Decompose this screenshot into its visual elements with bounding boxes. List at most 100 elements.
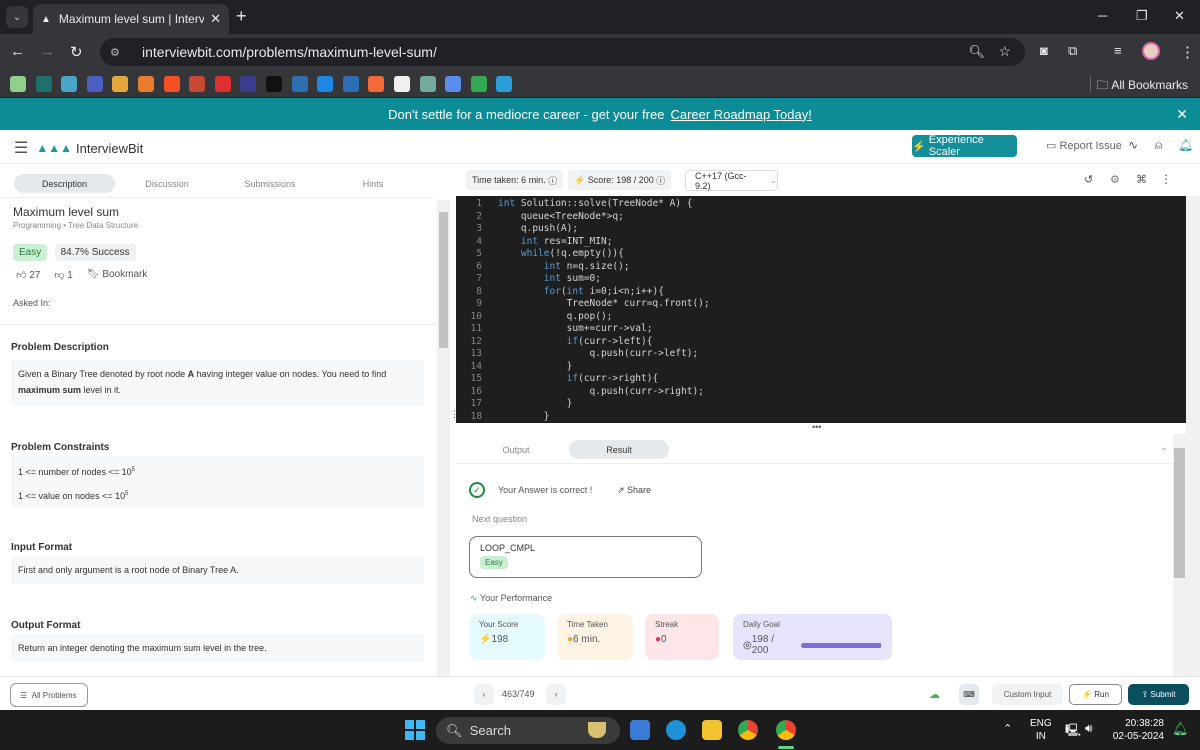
file-explorer-icon[interactable] — [702, 720, 722, 740]
scrollbar-thumb[interactable] — [439, 212, 448, 348]
ms-store-icon[interactable] — [630, 720, 650, 740]
share-button[interactable]: ⇗ Share — [617, 485, 651, 496]
volume-icon[interactable]: 🔊︎ — [1085, 721, 1093, 736]
l-icon[interactable] — [291, 76, 308, 92]
c-icon[interactable] — [35, 76, 52, 92]
swirl-icon[interactable] — [368, 76, 385, 92]
more-options-icon[interactable]: ⋮ — [1160, 172, 1172, 186]
hamburger-icon[interactable]: ☰ — [14, 138, 28, 158]
reset-icon[interactable]: ↺ — [1084, 173, 1093, 186]
close-banner-icon[interactable]: ✕ — [1176, 106, 1188, 123]
category-tag[interactable]: Programming — [13, 221, 61, 230]
windows-start-icon[interactable] — [405, 720, 425, 740]
settings-icon[interactable]: ⚙ — [1110, 173, 1120, 186]
logo[interactable]: ☰ ▲▲▲ InterviewBit — [14, 138, 143, 158]
close-tab-icon[interactable]: ✕ — [210, 11, 221, 27]
page-scrollbar[interactable] — [1186, 196, 1200, 676]
info-icon[interactable]: ⓘ — [656, 174, 665, 187]
show-hidden-icons[interactable]: ⌃ — [1003, 722, 1012, 735]
gemini-icon[interactable] — [445, 76, 462, 92]
card-label: Time Taken — [567, 620, 608, 629]
tab-description[interactable]: Description — [14, 174, 115, 193]
play-icon[interactable] — [470, 76, 487, 92]
chrome-icon[interactable] — [738, 720, 758, 740]
all-bookmarks-button[interactable]: 🗀 All Bookmarks — [1097, 76, 1188, 97]
tab-search-button[interactable]: ⌄ — [6, 6, 28, 28]
next-problem-button[interactable]: › — [546, 684, 566, 705]
camera-icon[interactable]: ◙ — [1040, 43, 1048, 58]
profile-avatar[interactable] — [1142, 42, 1160, 60]
zoom-icon[interactable]: 🔍︎ — [968, 44, 985, 60]
forward-icon[interactable]: → — [40, 43, 55, 60]
dislike-count: 1 — [67, 270, 73, 281]
tab-discussion[interactable]: Discussion — [118, 174, 216, 193]
clock[interactable]: 20:38:28 02-05-2024 — [1112, 717, 1164, 743]
user-icon[interactable]: ⍝ — [1155, 138, 1162, 153]
media-icon[interactable]: ≡ — [1114, 43, 1122, 58]
site-info-icon[interactable]: ⚙ — [110, 46, 130, 59]
all-problems-button[interactable]: ☰ All Problems — [10, 683, 88, 707]
puzzle-icon[interactable] — [112, 76, 129, 92]
menu-icon[interactable]: ⋮ — [1180, 43, 1195, 61]
gift-icon[interactable] — [138, 76, 154, 92]
editor-resize-handle[interactable]: ••• — [812, 422, 821, 432]
fullscreen-icon[interactable]: ⌘ — [1136, 173, 1147, 186]
image-icon[interactable] — [496, 76, 513, 92]
new-tab-button[interactable]: + — [236, 6, 247, 27]
network-icon[interactable]: 🖳 — [1065, 721, 1081, 742]
oracle-ring-icon[interactable] — [189, 76, 206, 92]
interviewbit-icon[interactable] — [394, 76, 410, 92]
octopus-icon[interactable] — [10, 76, 26, 92]
chatgpt-icon[interactable] — [419, 76, 436, 92]
console-icon[interactable]: ⌨ — [959, 684, 979, 705]
problem-scrollbar[interactable] — [437, 200, 450, 676]
collapse-icon[interactable]: ⌄ — [1160, 442, 1168, 453]
reload-icon[interactable]: ↻ — [70, 43, 83, 61]
tab-submissions[interactable]: Submissions — [220, 174, 320, 193]
arch-icon[interactable] — [61, 76, 78, 92]
close-window-button[interactable]: ✕ — [1174, 8, 1185, 24]
power-icon[interactable] — [317, 76, 334, 92]
custom-input-button[interactable]: Custom Input — [992, 684, 1063, 705]
scrollbar-thumb[interactable] — [1174, 448, 1185, 578]
oracle-icon[interactable] — [214, 76, 231, 92]
like-button[interactable]: 👍︎ 27 — [16, 269, 40, 281]
result-scrollbar[interactable] — [1173, 434, 1186, 676]
aws-dark-icon[interactable] — [266, 76, 282, 92]
dislike-button[interactable]: 👎︎ 1 — [54, 269, 73, 281]
language-select[interactable]: C++17 (Gcc-9.2) ⌄ — [685, 170, 778, 191]
tab-result[interactable]: Result — [569, 440, 669, 459]
edge-icon[interactable] — [666, 720, 686, 740]
activity-icon[interactable]: ∿ — [1128, 138, 1138, 152]
prev-problem-button[interactable]: ‹ — [474, 684, 494, 705]
tab-output[interactable]: Output — [462, 440, 570, 459]
card-value: 198 / 200 — [751, 634, 774, 656]
bookmark-button[interactable]: 🔖︎ Bookmark — [87, 269, 148, 281]
info-icon[interactable]: ⓘ — [548, 174, 557, 187]
experience-scaler-button[interactable]: ⚡ Experience Scaler — [912, 134, 1017, 158]
career-roadmap-link[interactable]: Career Roadmap Today! — [670, 107, 811, 122]
topic-tag[interactable]: Tree Data Structure — [68, 221, 138, 230]
language-indicator[interactable]: ENG IN — [1030, 717, 1052, 743]
window-icon[interactable] — [86, 76, 103, 92]
s-icon[interactable] — [342, 76, 359, 92]
microsoft-icon[interactable] — [163, 76, 180, 92]
aws-icon[interactable] — [240, 76, 257, 92]
notification-bell-icon[interactable]: 🔔︎ — [1172, 721, 1189, 737]
extensions-icon[interactable]: ⧉ — [1068, 43, 1077, 59]
star-icon[interactable]: ☆ — [998, 43, 1011, 60]
notification-bell-icon[interactable]: 🔔︎ — [1178, 138, 1193, 152]
tab-hints[interactable]: Hints — [324, 174, 422, 193]
code-editor[interactable]: 1 int Solution::solve(TreeNode* A) {2 que… — [456, 196, 1186, 423]
restore-button[interactable]: ❐ — [1136, 8, 1148, 24]
report-issue-button[interactable]: ▭ Report Issue — [1046, 139, 1122, 152]
chrome-profile-icon[interactable] — [776, 720, 796, 740]
minimize-button[interactable]: ─ — [1098, 8, 1107, 23]
address-bar[interactable]: ⚙ interviewbit.com/problems/maximum-leve… — [100, 38, 1025, 66]
back-icon[interactable]: ← — [10, 43, 25, 60]
run-button[interactable]: ⚡ Run — [1069, 684, 1122, 705]
browser-tab[interactable]: ▲ Maximum level sum | InterviewBit ✕ — [33, 4, 229, 34]
submit-button[interactable]: ⇪ Submit — [1128, 684, 1189, 705]
taskbar-search[interactable]: 🔍︎ Search — [436, 717, 620, 744]
next-question-card[interactable]: LOOP_CMPL Easy — [469, 536, 702, 578]
